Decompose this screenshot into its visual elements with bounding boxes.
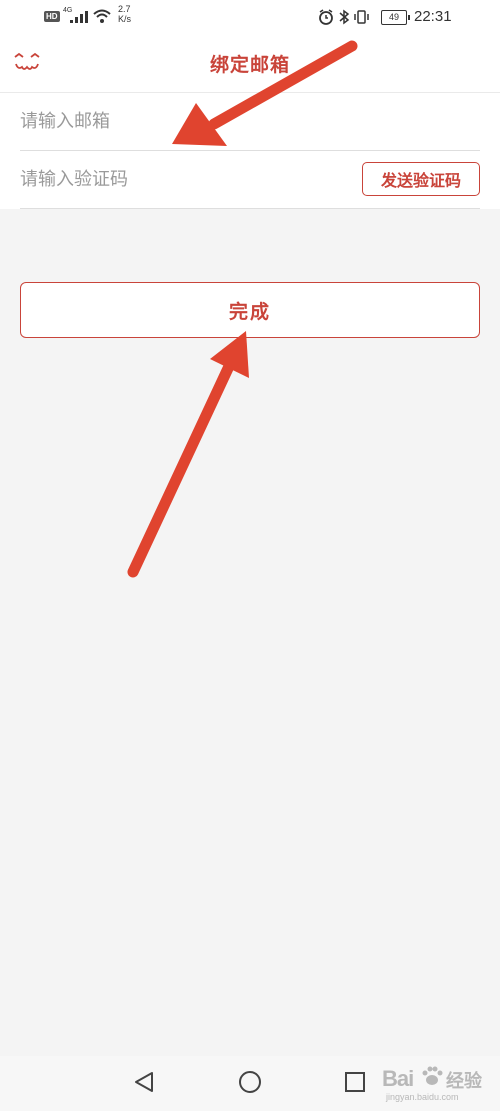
hd-badge: HD: [44, 11, 60, 22]
email-input[interactable]: [20, 105, 340, 137]
speed-value: 2.7: [118, 4, 131, 14]
watermark-url: jingyan.baidu.com: [386, 1092, 459, 1102]
send-code-button[interactable]: 发送验证码: [362, 162, 480, 196]
nav-home-icon[interactable]: [237, 1069, 263, 1095]
baidu-jingyan-watermark: Bai 经验 jingyan.baidu.com: [382, 1062, 494, 1106]
verification-code-input[interactable]: [20, 163, 340, 195]
bind-email-form: 发送验证码: [0, 93, 500, 209]
signal-icon: [70, 11, 88, 23]
nav-back-icon[interactable]: [132, 1070, 156, 1094]
annotation-arrow-bottom: [127, 331, 249, 578]
email-row: [20, 93, 480, 151]
clock: 22:31: [414, 8, 452, 25]
watermark-logo: Bai: [382, 1066, 414, 1091]
status-bar: HD 4G 2.7 K/s 49 22:31: [0, 0, 500, 34]
alarm-icon: [319, 9, 333, 25]
paw-icon: [422, 1066, 443, 1085]
code-row: 发送验证码: [20, 151, 480, 209]
done-button[interactable]: 完成: [20, 282, 480, 338]
app-header: 绑定邮箱: [0, 34, 500, 93]
alarm-bluetooth-vibrate-icons: [319, 9, 369, 25]
nav-recent-apps-icon[interactable]: [344, 1071, 366, 1093]
wifi-icon: [93, 9, 111, 23]
vibrate-icon: [354, 10, 369, 24]
page-title: 绑定邮箱: [209, 54, 290, 76]
bluetooth-icon: [339, 9, 350, 25]
watermark-text: 经验: [446, 1071, 482, 1091]
battery-indicator: 49: [381, 10, 410, 25]
network-speed: 2.7 K/s: [118, 4, 131, 24]
speed-unit: K/s: [118, 14, 132, 24]
